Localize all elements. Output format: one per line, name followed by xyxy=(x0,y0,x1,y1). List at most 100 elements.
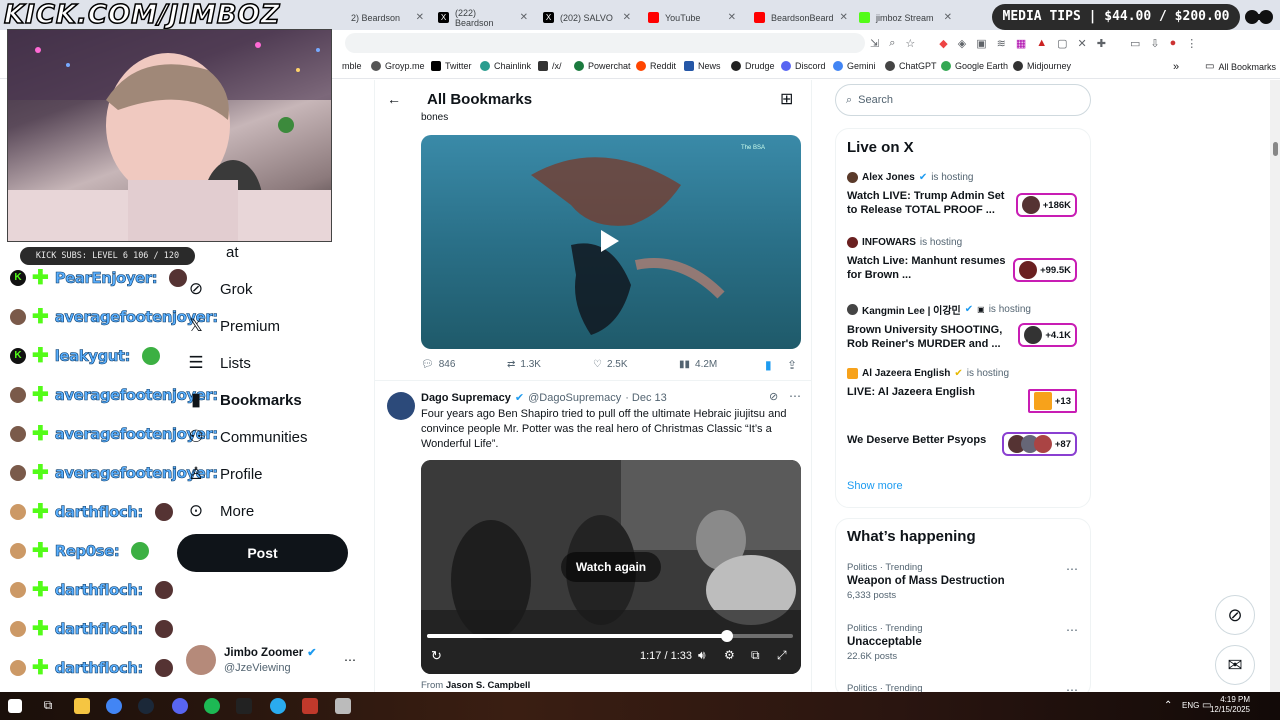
reply-button[interactable]: 💬︎ 846 xyxy=(421,359,455,370)
messages-fab-icon[interactable]: ✉ xyxy=(1215,645,1255,685)
like-button[interactable]: ♡ 2.5K xyxy=(593,359,628,370)
watch-again-button[interactable]: Watch again xyxy=(561,552,661,582)
browser-tab[interactable]: BeardsonBeard ✕ xyxy=(748,5,848,30)
star-icon[interactable]: ☆ xyxy=(905,37,915,50)
bookmarks-overflow-icon[interactable]: » xyxy=(1173,61,1179,73)
scrubber-handle[interactable] xyxy=(721,630,734,642)
nav-item-partial[interactable]: at xyxy=(226,244,239,261)
telegram-icon[interactable] xyxy=(270,698,286,714)
shield-icon[interactable]: ◈ xyxy=(958,37,966,50)
bookmark-item[interactable]: Chainlink xyxy=(480,61,531,71)
nav-item-bookmarks[interactable]: ▮ Bookmarks xyxy=(186,390,301,410)
live-space-item[interactable]: INFOWARS is hosting Watch Live: Manhunt r… xyxy=(847,237,1087,287)
zoom-icon[interactable]: ⌕ xyxy=(889,37,895,50)
trend-more-icon[interactable]: ⋯ xyxy=(1066,683,1078,692)
nav-item-communities[interactable]: ⚇ Communities xyxy=(186,427,307,447)
grok-fab-icon[interactable]: ⊘ xyxy=(1215,595,1255,635)
live-space-item[interactable]: We Deserve Better Psyops +87 xyxy=(847,425,1087,465)
repost-button[interactable]: ⇄ 1.3K xyxy=(507,359,541,370)
live-space-item[interactable]: Kangmin Lee | 이강민 ✔ ▣ is hosting Brown Univ… xyxy=(847,302,1087,352)
trend-item[interactable]: Politics · Trending Weapon of Mass Destru… xyxy=(847,562,1082,601)
video-player[interactable]: Watch again ↻ 1:17 / 1:33 🔊︎ ⚙ ⧉ ⤢ xyxy=(421,460,801,674)
puzzle-icon[interactable]: ✚ xyxy=(1097,37,1106,50)
trend-item[interactable]: Politics · Trending Unacceptable 22.6K pos… xyxy=(847,623,1082,662)
scrollbar-thumb[interactable] xyxy=(1273,142,1278,156)
terminal-icon[interactable] xyxy=(236,698,252,714)
steam-icon[interactable] xyxy=(138,698,154,714)
nav-item-lists[interactable]: ☰ Lists xyxy=(186,353,250,373)
bookmark-item[interactable]: Twitter xyxy=(431,61,472,71)
nav-item-profile[interactable]: ♙ Profile xyxy=(186,464,262,484)
profile-icon[interactable]: ● xyxy=(1170,37,1177,49)
show-more-link[interactable]: Show more xyxy=(847,480,903,492)
spotify-icon[interactable] xyxy=(204,698,220,714)
browser-tab[interactable]: YouTube ✕ xyxy=(642,5,742,30)
add-bookmark-folder-icon[interactable]: ⊞ xyxy=(780,89,793,109)
account-more-icon[interactable]: ⋯ xyxy=(344,653,356,667)
bookmark-item[interactable]: News xyxy=(684,61,721,71)
back-arrow-icon[interactable]: ← xyxy=(387,91,401,107)
nav-item-more[interactable]: ⊙ More xyxy=(186,501,254,521)
nav-item-premium[interactable]: 𝕏 Premium xyxy=(186,316,280,336)
metamask-icon[interactable]: ◆ xyxy=(939,37,947,50)
live-space-item[interactable]: Alex Jones ✔ is hosting Watch LIVE: Trump … xyxy=(847,172,1087,222)
close-tab-icon[interactable]: ✕ xyxy=(840,12,848,23)
close-tab-icon[interactable]: ✕ xyxy=(728,12,736,23)
bookmark-item[interactable]: /x/ xyxy=(538,61,562,71)
pip-icon[interactable]: ⧉ xyxy=(751,648,760,663)
post-more-icon[interactable]: ⋯ xyxy=(789,389,801,403)
post-handle[interactable]: @DagoSupremacy xyxy=(528,392,621,404)
browser-tab[interactable]: jimboz Stream ✕ xyxy=(853,5,958,30)
taskbar-clock[interactable]: 4:19 PM 12/15/2025 xyxy=(1190,695,1250,715)
replay-icon[interactable]: ↻ xyxy=(431,648,442,664)
menu-icon[interactable]: ⋮ xyxy=(1186,37,1197,50)
trend-more-icon[interactable]: ⋯ xyxy=(1066,623,1078,637)
volume-icon[interactable]: 🔊︎ xyxy=(698,648,706,663)
browser-tab[interactable]: X (222) Beardson ✕ xyxy=(432,5,534,30)
account-switcher[interactable]: Jimbo Zoomer ✔ @JzeViewing ⋯ xyxy=(186,645,361,679)
x-ext-icon[interactable]: ✕ xyxy=(1078,37,1087,50)
bookmarked-icon[interactable]: ▮ xyxy=(765,358,772,372)
close-tab-icon[interactable]: ✕ xyxy=(416,12,424,23)
page-scrollbar[interactable] xyxy=(1270,80,1280,692)
ext-icon[interactable]: ▢ xyxy=(1057,37,1067,50)
browser-tab[interactable]: X (202) SALVO ✕ xyxy=(537,5,637,30)
bookmark-item[interactable]: Reddit xyxy=(636,61,676,71)
trend-more-icon[interactable]: ⋯ xyxy=(1066,562,1078,576)
bookmark-item[interactable]: Drudge xyxy=(731,61,775,71)
bookmark-item[interactable]: Groyp.me xyxy=(371,61,425,71)
video-player[interactable]: The BSA xyxy=(421,135,801,349)
post-button[interactable]: Post xyxy=(177,534,348,572)
grok-icon[interactable]: ⊘ xyxy=(769,390,778,403)
search-input[interactable]: ⌕ Search xyxy=(835,84,1091,116)
downloads-icon[interactable]: ⇩ xyxy=(1150,37,1159,50)
bookmark-item[interactable]: ▭ All Bookmarks xyxy=(1205,61,1276,72)
post-date[interactable]: · Dec 13 xyxy=(625,392,667,404)
app-icon[interactable] xyxy=(335,698,351,714)
discord-icon[interactable] xyxy=(172,698,188,714)
tab-search-icon[interactable]: ▭ xyxy=(1130,37,1140,50)
share-icon[interactable]: ⇪ xyxy=(787,358,797,372)
bookmark-item[interactable]: Gemini xyxy=(833,61,876,71)
settings-gear-icon[interactable]: ⚙ xyxy=(724,648,735,662)
ext-icon[interactable]: ▦ xyxy=(1016,37,1026,50)
fullscreen-icon[interactable]: ⤢ xyxy=(777,648,787,663)
ext-icon[interactable]: ≋ xyxy=(997,37,1006,50)
file-explorer-icon[interactable] xyxy=(74,698,90,714)
attribution-name[interactable]: Jason S. Campbell xyxy=(446,680,530,691)
task-view-icon[interactable]: ⧉ xyxy=(40,698,56,714)
live-space-item[interactable]: Al Jazeera English ✔ is hosting LIVE: Al J… xyxy=(847,368,1087,413)
bookmark-item[interactable]: mble xyxy=(342,61,362,71)
ext-icon[interactable]: ▲ xyxy=(1036,37,1047,49)
bookmark-item[interactable]: Powerchat xyxy=(574,61,631,71)
chrome-icon[interactable] xyxy=(106,698,122,714)
bookmark-item[interactable]: Discord xyxy=(781,61,826,71)
install-icon[interactable]: ⇲ xyxy=(870,37,879,50)
browser-tab[interactable]: 2) Beardson ✕ xyxy=(345,5,430,30)
tray-overflow-icon[interactable]: ⌃ xyxy=(1164,700,1172,711)
views-button[interactable]: ▮▮ 4.2M xyxy=(679,359,717,370)
bookmark-item[interactable]: Google Earth xyxy=(941,61,1008,71)
bookmark-item[interactable]: Midjourney xyxy=(1013,61,1071,71)
ext-icon[interactable]: ▣ xyxy=(976,37,986,50)
nav-item-grok[interactable]: ⊘ Grok xyxy=(186,279,253,299)
